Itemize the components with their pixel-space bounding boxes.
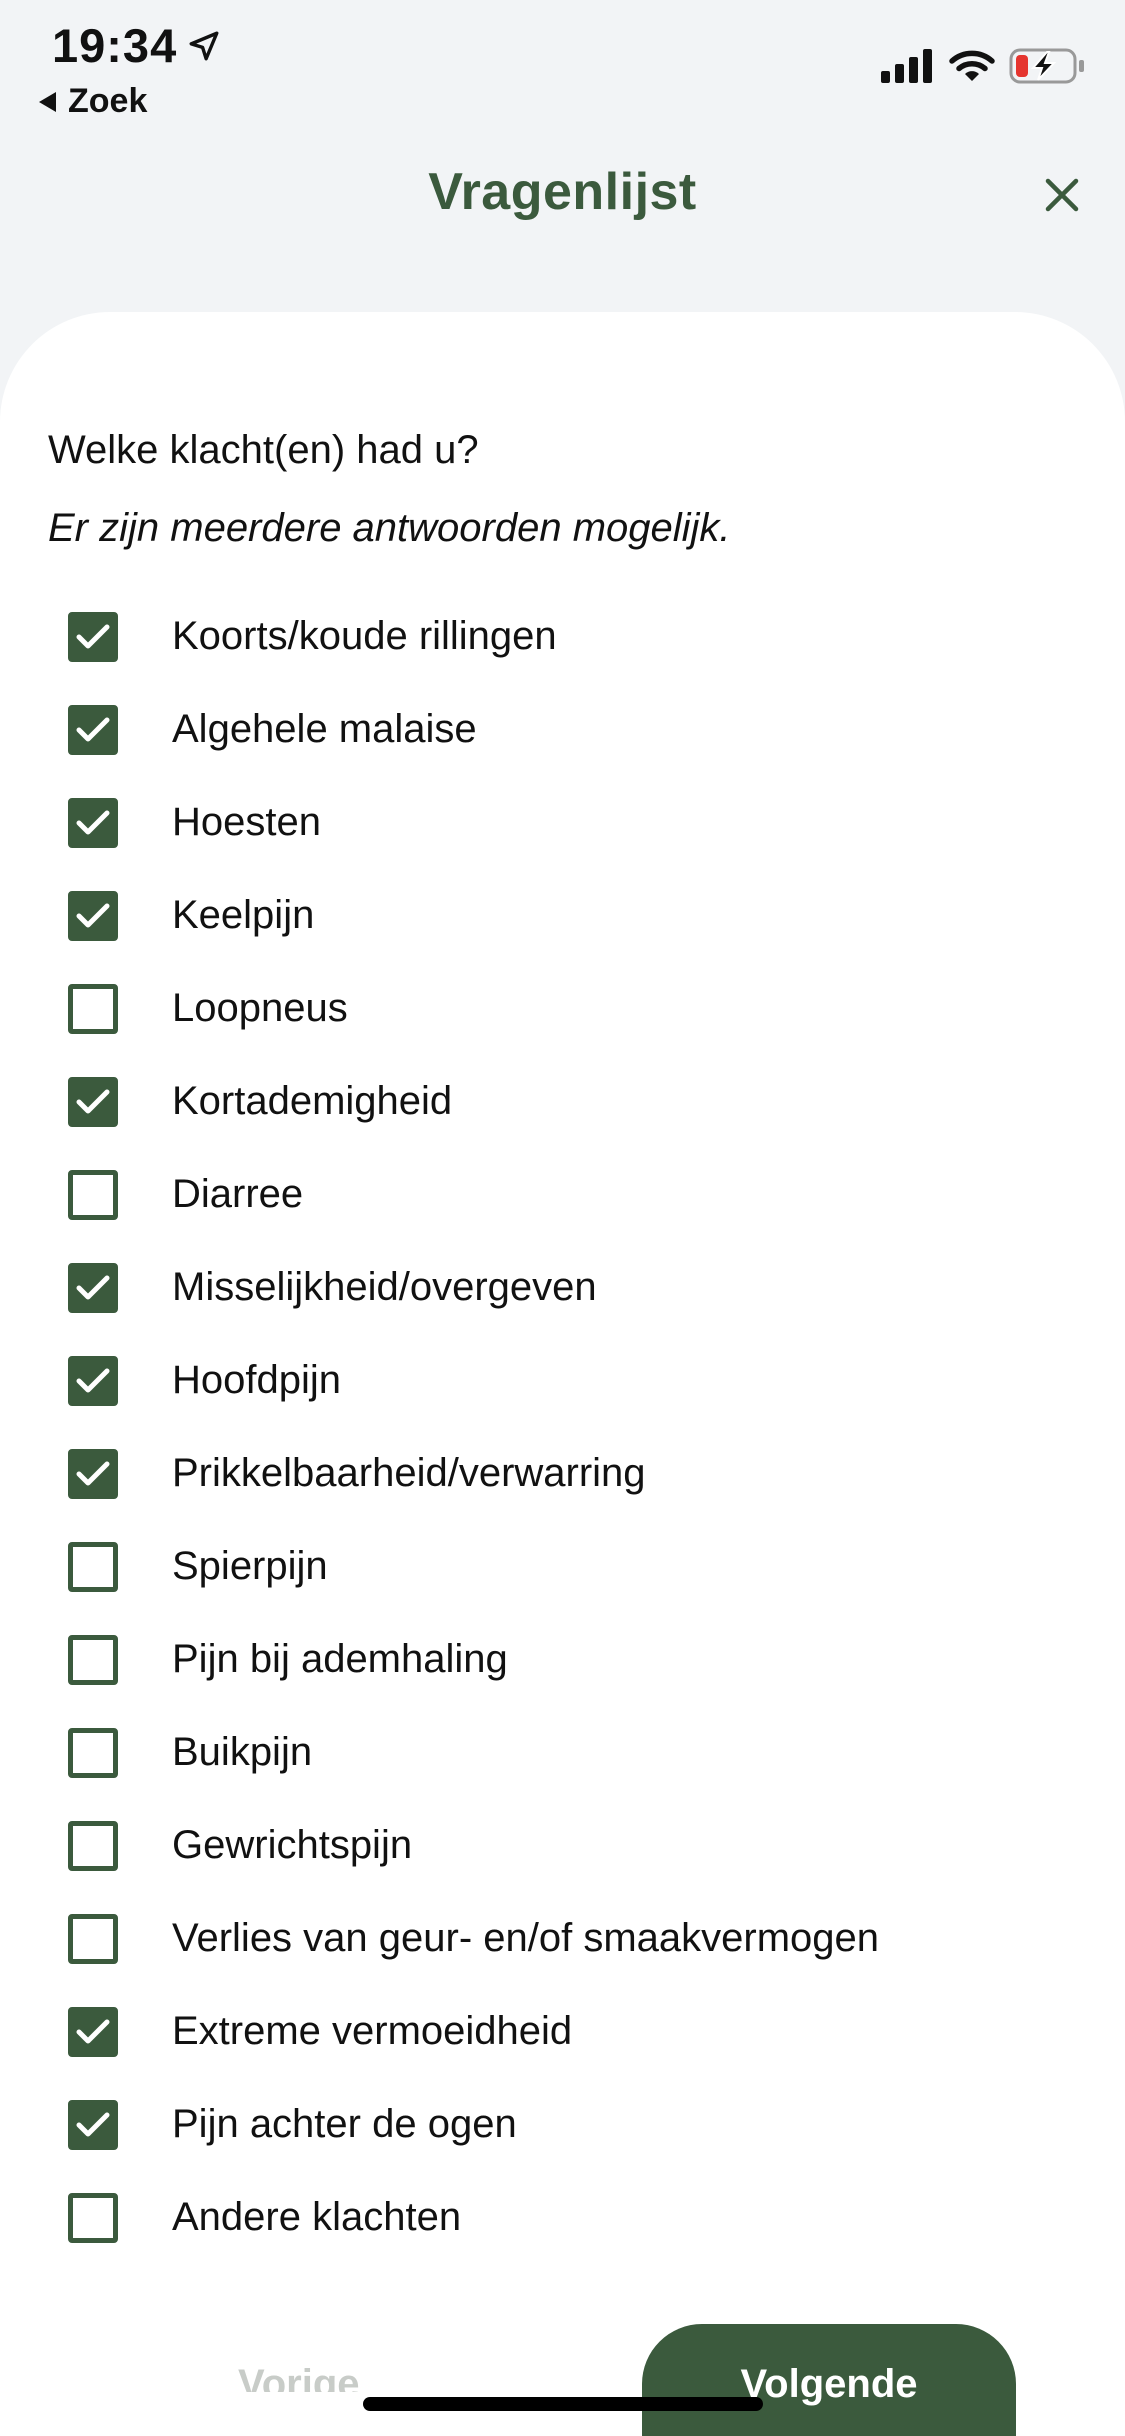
option-label: Keelpijn [172,893,315,937]
option-label: Hoesten [172,800,321,844]
page-title: Vragenlijst [428,163,697,221]
option-label: Pijn achter de ogen [172,2102,517,2146]
checkbox-checked[interactable] [68,704,118,755]
option-label: Andere klachten [172,2195,462,2239]
option-row[interactable]: Pijn achter de ogen [68,2078,1068,2171]
checkbox-checked[interactable] [68,797,118,848]
previous-button[interactable]: Vorige [238,2362,360,2392]
cellular-signal-icon [881,49,932,83]
option-label: Spierpijn [172,1544,328,1588]
checkbox-checked[interactable] [68,2099,118,2150]
option-label: Extreme vermoeidheid [172,2009,573,2053]
wifi-icon [949,50,995,81]
status-icons [881,48,1085,84]
option-label: Algehele malaise [172,707,477,751]
checkbox-checked[interactable] [68,1262,118,1313]
checkmark-icon [76,2112,110,2136]
option-label: Koorts/koude rillingen [172,614,557,658]
option-row[interactable]: Koorts/koude rillingen [68,590,1068,683]
checkmark-icon [76,717,110,741]
option-row[interactable]: Buikpijn [68,1706,1068,1799]
option-label: Kortademigheid [172,1079,453,1123]
checkbox-checked[interactable] [68,2006,118,2057]
checkbox-unchecked[interactable] [68,1913,118,1964]
checkmark-icon [76,624,110,648]
checkmark-icon [76,2019,110,2043]
option-label: Pijn bij ademhaling [172,1637,508,1681]
option-row[interactable]: Spierpijn [68,1520,1068,1613]
back-to-app[interactable]: Zoek [38,82,147,121]
option-label: Buikpijn [172,1730,313,1774]
option-label: Verlies van geur- en/of smaakvermogen [172,1916,880,1960]
option-label: Hoofdpijn [172,1358,342,1402]
option-row[interactable]: Diarree [68,1148,1068,1241]
next-button[interactable]: Volgende [642,2324,1016,2436]
option-row[interactable]: Verlies van geur- en/of smaakvermogen [68,1892,1068,1985]
options-list: Koorts/koude rillingen Algehele malaise … [68,590,1068,2264]
checkbox-unchecked[interactable] [68,1169,118,1220]
checkmark-icon [76,1368,110,1392]
option-label: Loopneus [172,986,348,1030]
option-row[interactable]: Kortademigheid [68,1055,1068,1148]
close-icon [1045,178,1079,212]
question-hint: Er zijn meerdere antwoorden mogelijk. [48,506,731,550]
option-row[interactable]: Keelpijn [68,869,1068,962]
option-row[interactable]: Prikkelbaarheid/verwarring [68,1427,1068,1520]
checkbox-unchecked[interactable] [68,1634,118,1685]
home-indicator [363,2397,763,2411]
status-time: 19:34 [52,19,178,72]
option-row[interactable]: Gewrichtspijn [68,1799,1068,1892]
option-label: Prikkelbaarheid/verwarring [172,1451,646,1495]
checkmark-icon [76,810,110,834]
checkbox-checked[interactable] [68,611,118,662]
checkbox-checked[interactable] [68,1355,118,1406]
status-bar: 19:34 Zoek [0,0,1125,130]
checkbox-unchecked[interactable] [68,1727,118,1778]
checkbox-unchecked[interactable] [68,1820,118,1871]
previous-button-label: Vorige [238,2362,360,2392]
option-row[interactable]: Pijn bij ademhaling [68,1613,1068,1706]
question-text: Welke klacht(en) had u? [48,428,479,472]
checkbox-unchecked[interactable] [68,2192,118,2243]
checkbox-checked[interactable] [68,1448,118,1499]
checkbox-unchecked[interactable] [68,1541,118,1592]
back-app-label: Zoek [68,82,148,120]
option-row[interactable]: Extreme vermoeidheid [68,1985,1068,2078]
checkbox-checked[interactable] [68,890,118,941]
option-row[interactable]: Loopneus [68,962,1068,1055]
option-label: Misselijkheid/overgeven [172,1265,597,1309]
checkmark-icon [76,903,110,927]
checkmark-icon [76,1275,110,1299]
checkmark-icon [76,1461,110,1485]
questionnaire-card: Welke klacht(en) had u? Er zijn meerdere… [0,312,1125,2436]
checkbox-unchecked[interactable] [68,983,118,1034]
location-arrow-icon [189,31,219,60]
checkmark-icon [76,1089,110,1113]
battery-low-charging-icon [1009,48,1084,84]
option-row[interactable]: Algehele malaise [68,683,1068,776]
status-time-group: 19:34 [52,18,221,73]
option-label: Diarree [172,1172,304,1216]
close-button[interactable] [1039,172,1085,218]
option-row[interactable]: Misselijkheid/overgeven [68,1241,1068,1334]
back-triangle-icon [39,91,56,112]
checkbox-checked[interactable] [68,1076,118,1127]
option-row[interactable]: Hoofdpijn [68,1334,1068,1427]
option-row[interactable]: Andere klachten [68,2171,1068,2264]
option-label: Gewrichtspijn [172,1823,413,1867]
option-row[interactable]: Hoesten [68,776,1068,869]
